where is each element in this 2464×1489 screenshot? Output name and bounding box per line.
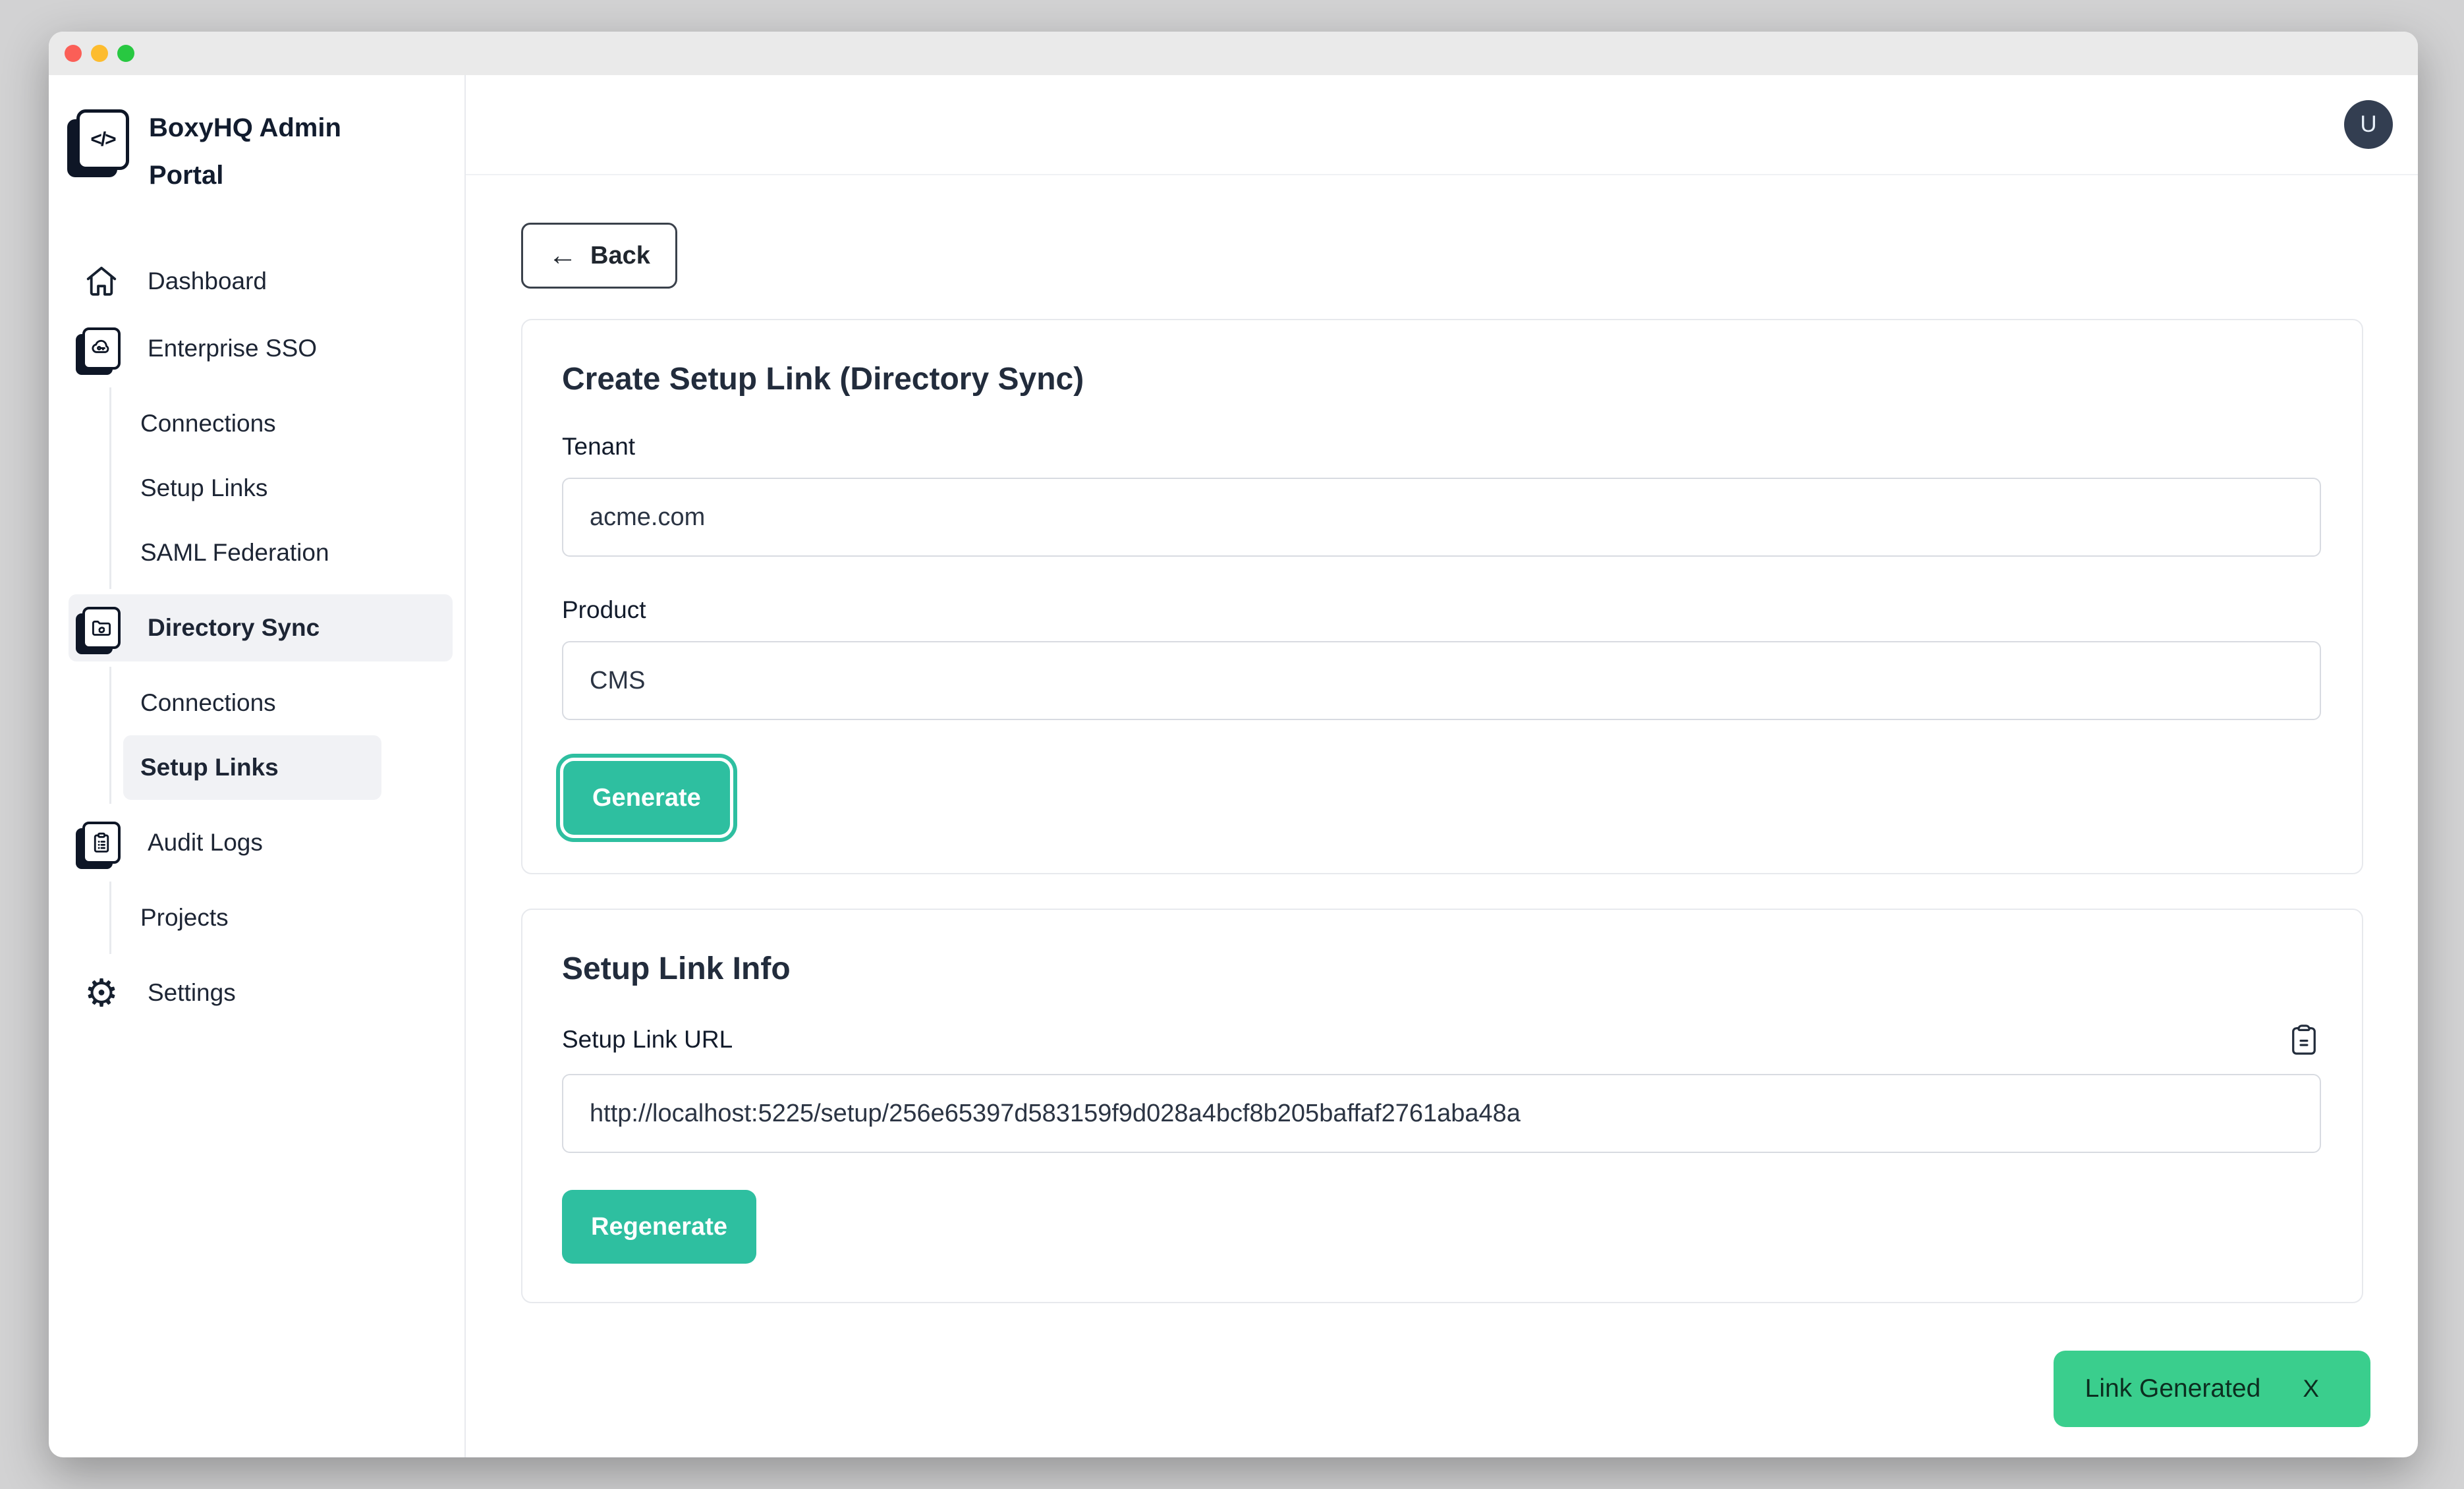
card-title: Setup Link Info xyxy=(562,951,2321,987)
sidebar-item-audit-logs[interactable]: Audit Logs xyxy=(69,809,453,876)
copy-button[interactable] xyxy=(2287,1023,2321,1057)
enterprise-sso-subnav: Connections Setup Links SAML Federation xyxy=(109,387,453,589)
brand-title: BoxyHQ Admin Portal xyxy=(149,104,386,199)
toast-close-button[interactable]: X xyxy=(2303,1375,2319,1403)
window-titlebar xyxy=(49,32,2418,75)
setup-link-url-input[interactable] xyxy=(562,1074,2321,1153)
sidebar-item-settings[interactable]: ⚙ Settings xyxy=(69,959,453,1026)
sidebar-item-label: Enterprise SSO xyxy=(148,335,317,362)
product-input[interactable] xyxy=(562,641,2321,720)
close-window-button[interactable] xyxy=(65,45,82,62)
setup-link-info-card: Setup Link Info Setup Link URL xyxy=(521,909,2363,1303)
generate-row: Generate xyxy=(562,761,2321,835)
sidebar-item-sso-connections[interactable]: Connections xyxy=(123,391,381,456)
sidebar-item-dsync-connections[interactable]: Connections xyxy=(123,671,381,735)
sidebar-item-dsync-setup-links[interactable]: Setup Links xyxy=(123,735,381,800)
toast-link-generated: Link Generated X xyxy=(2054,1351,2370,1427)
copy-icon xyxy=(2287,1049,2321,1059)
create-setup-link-card: Create Setup Link (Directory Sync) Tenan… xyxy=(521,319,2363,874)
sidebar-item-saml-federation[interactable]: SAML Federation xyxy=(123,520,381,585)
page-content: ← Back Create Setup Link (Directory Sync… xyxy=(466,175,2418,1457)
sidebar-item-sso-setup-links[interactable]: Setup Links xyxy=(123,456,381,520)
tenant-label: Tenant xyxy=(562,433,2321,461)
generate-button[interactable]: Generate xyxy=(563,761,730,835)
back-button[interactable]: ← Back xyxy=(521,223,677,289)
sidebar-item-enterprise-sso[interactable]: Enterprise SSO xyxy=(69,315,453,382)
enterprise-sso-icon xyxy=(78,327,125,370)
directory-sync-subnav: Connections Setup Links xyxy=(109,667,453,804)
directory-sync-icon xyxy=(78,607,125,649)
top-bar: U xyxy=(466,75,2418,175)
sidebar-item-label: Dashboard xyxy=(148,267,267,295)
home-icon xyxy=(78,264,125,299)
regenerate-row: Regenerate xyxy=(562,1190,2321,1264)
audit-logs-subnav: Projects xyxy=(109,882,453,954)
zoom-window-button[interactable] xyxy=(117,45,134,62)
setup-link-url-row: Setup Link URL xyxy=(562,1023,2321,1057)
avatar[interactable]: U xyxy=(2344,100,2393,149)
gear-icon: ⚙ xyxy=(78,974,125,1012)
sidebar: </> BoxyHQ Admin Portal Dashboard xyxy=(49,75,466,1457)
main-area: U ← Back Create Setup Link (Directory Sy… xyxy=(466,75,2418,1457)
sidebar-nav: Dashboard Enterprise SSO xyxy=(69,248,453,1026)
toast-message: Link Generated xyxy=(2085,1374,2261,1403)
sidebar-item-projects[interactable]: Projects xyxy=(123,885,381,950)
card-title: Create Setup Link (Directory Sync) xyxy=(562,361,2321,397)
tenant-input[interactable] xyxy=(562,478,2321,557)
brand: </> BoxyHQ Admin Portal xyxy=(69,104,453,199)
sidebar-item-label: Directory Sync xyxy=(148,614,320,642)
sidebar-item-label: Settings xyxy=(148,979,236,1007)
tenant-field-group: Tenant xyxy=(562,433,2321,557)
back-arrow-icon: ← xyxy=(548,241,577,270)
setup-link-url-label: Setup Link URL xyxy=(562,1026,733,1054)
sidebar-item-directory-sync[interactable]: Directory Sync xyxy=(69,594,453,661)
audit-logs-icon xyxy=(78,822,125,864)
sidebar-item-label: Audit Logs xyxy=(148,829,263,857)
app-window: </> BoxyHQ Admin Portal Dashboard xyxy=(49,32,2418,1457)
regenerate-button[interactable]: Regenerate xyxy=(562,1190,756,1264)
product-field-group: Product xyxy=(562,596,2321,720)
sidebar-item-dashboard[interactable]: Dashboard xyxy=(69,248,453,315)
product-label: Product xyxy=(562,596,2321,624)
app-body: </> BoxyHQ Admin Portal Dashboard xyxy=(49,75,2418,1457)
boxyhq-logo-icon: </> xyxy=(76,109,129,170)
minimize-window-button[interactable] xyxy=(91,45,108,62)
